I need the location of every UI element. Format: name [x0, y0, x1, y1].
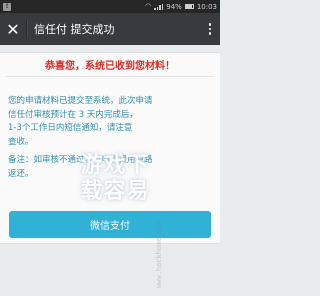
title-bar: ✕ 信任付 提交成功: [0, 13, 220, 45]
status-message-line: 您的申请材料已提交至系统，此次申请: [8, 96, 153, 106]
title-separator: [26, 20, 27, 38]
status-message-line: 查收。: [8, 136, 34, 147]
status-right: ◠ 94% 10:03: [145, 3, 217, 11]
status-time: 10:03: [196, 2, 217, 11]
close-icon[interactable]: ✕: [0, 13, 26, 45]
success-heading: 恭喜您，系统已收到您材料！: [45, 61, 175, 72]
watermark-url: www.hackhome.com: [155, 220, 163, 288]
signal-icon: [154, 3, 164, 10]
status-message: 您的申请材料已提交至系统，此次申请 信任付审核预计在 3 天内完成后， 1-3个…: [8, 95, 212, 149]
wifi-icon: ◠: [145, 2, 152, 10]
status-left: !: [3, 2, 11, 11]
battery-percent: 94%: [166, 2, 182, 11]
status-message-line: 1-3个工作日内短信通知，请注意: [8, 123, 133, 133]
battery-icon: [184, 4, 194, 9]
wechat-pay-button[interactable]: 微信支付: [9, 211, 211, 238]
heading-divider: [6, 76, 214, 77]
status-bar: ! ◠ 94% 10:03: [0, 0, 220, 13]
warning-icon: !: [3, 2, 11, 11]
more-options-icon[interactable]: [200, 13, 220, 45]
status-message-line: 信任付审核预计在 3 天内完成后，: [8, 109, 138, 120]
page-title: 信任付 提交成功: [34, 23, 115, 36]
